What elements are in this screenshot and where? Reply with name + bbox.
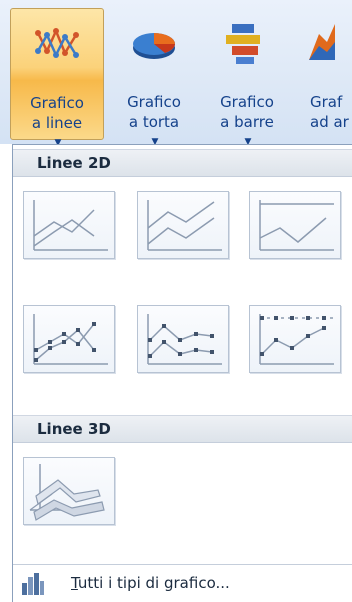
area-chart-icon [309,24,335,60]
bar-chart-label-2-text: a barre [220,113,274,131]
line-chart-icon [35,27,79,58]
pie-chart-label-2-text: a torta [128,113,180,131]
line-chart-label-2-text: a linee [31,114,83,132]
all-chart-types-label-rest: utti i tipi di grafico... [77,574,230,592]
3d-line-chart-icon [29,464,105,521]
pie-chart-button[interactable]: Grafico a torta ▼ [108,8,200,144]
100-stacked-line-markers-chart-option[interactable] [249,305,341,373]
line-chart-gallery: Linee 2D Linee 3D Tutti i tipi di grafic… [12,144,352,602]
bar-chart-icon [226,24,260,64]
section-header-3d: Linee 3D [13,415,352,443]
dropdown-arrow-icon: ▼ [54,138,62,144]
bar-chart-label-2: a barre ▼ [200,112,294,144]
line-chart-label-1: Grafico [30,94,84,112]
pie-chart-icon [133,33,175,59]
stacked-line-markers-chart-option[interactable] [137,305,229,373]
bar-chart-button[interactable]: Grafico a barre ▼ [200,8,294,144]
3d-line-chart-option[interactable] [23,457,115,525]
pie-chart-label-2: a torta ▼ [108,112,200,144]
line-markers-chart-option[interactable] [23,305,115,373]
pie-chart-button-label: Grafico a torta ▼ [108,92,200,144]
bar-chart-button-label: Grafico a barre ▼ [200,92,294,144]
100-stacked-line-chart-option[interactable] [249,191,341,259]
stacked-line-chart-option[interactable] [137,191,229,259]
area-chart-button-label: Graf ad ar [300,92,352,132]
section-header-2d: Linee 2D [13,149,352,177]
line-chart-option[interactable] [23,191,115,259]
area-chart-button[interactable]: Graf ad ar [300,8,352,140]
all-chart-types-icon [22,573,44,595]
100-stacked-line-markers-chart-icon [259,314,334,365]
100-stacked-line-chart-icon [259,200,334,251]
all-chart-types-link[interactable]: Tutti i tipi di grafico... [13,564,352,602]
area-chart-label-1: Graf [310,93,343,111]
stacked-line-chart-icon [147,200,222,251]
bar-chart-label-1: Grafico [220,93,274,111]
line-chart-button-label: Grafico a linee ▼ [11,93,103,144]
line-chart-icon [33,200,108,251]
ribbon-chart-group: Grafico a linee ▼ Grafico a torta ▼ Grafic… [0,0,352,144]
all-chart-types-accesskey: T [71,574,78,592]
all-chart-types-label: Tutti i tipi di grafico... [71,574,230,592]
line-chart-label-2: a linee ▼ [11,113,103,144]
stacked-line-markers-chart-icon [147,314,222,365]
area-chart-label-2: ad ar [310,113,349,131]
line-markers-chart-icon [33,314,108,365]
dropdown-arrow-icon: ▼ [151,137,159,144]
dropdown-arrow-icon: ▼ [244,137,252,144]
line-chart-button[interactable]: Grafico a linee ▼ [10,8,104,144]
pie-chart-label-1: Grafico [127,93,181,111]
